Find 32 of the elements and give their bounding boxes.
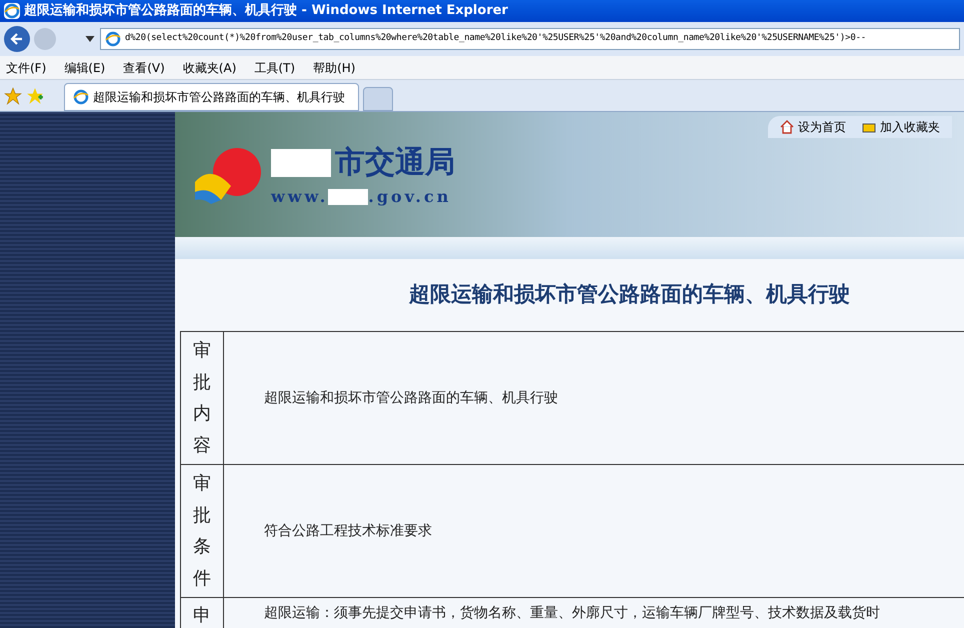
menu-item[interactable]: 帮助(H) <box>313 58 356 76</box>
logo-name: 市交通局 <box>335 144 455 182</box>
browser-logo-icon <box>4 3 20 19</box>
back-arrow-icon <box>9 31 25 47</box>
menu-item[interactable]: 文件(F) <box>6 58 46 76</box>
row-label: 申 <box>193 604 211 628</box>
row-label: 审批条件 <box>193 472 211 590</box>
banner-link[interactable]: 加入收藏夹 <box>862 118 940 136</box>
back-button[interactable] <box>4 26 30 52</box>
browser-logo-icon <box>73 89 89 105</box>
row-text: 符合公路工程技术标准要求 <box>264 522 432 540</box>
banner-link[interactable]: 设为首页 <box>780 118 846 136</box>
row-text: 超限运输和损坏市管公路路面的车辆、机具行驶 <box>264 388 558 408</box>
browser-tab[interactable]: 超限运输和损坏市管公路路面的车辆、机具行驶 <box>64 83 359 111</box>
house-icon <box>780 120 794 134</box>
menu-item[interactable]: 收藏夹(A) <box>182 58 236 76</box>
browser-logo-icon <box>105 31 121 47</box>
row-text: 超限运输：须事先提交申请书，货物名称、重量、外廓尺寸，运输车辆厂牌型号、技术数据及载货时 <box>264 605 880 621</box>
star-icon[interactable] <box>4 87 22 105</box>
browser-tab[interactable] <box>363 87 393 111</box>
logo-url-end: .gov.cn <box>368 186 452 208</box>
address-field[interactable]: d%20(select%20count(*)%20from%20user_tab_columns%20where%20table_name%20like%20'%25USER%25'%20and%20column_name%20like%20'%25USERNAME%25')>0-- <box>100 28 960 50</box>
menu-item[interactable]: 编辑(E) <box>64 58 106 76</box>
menu-item[interactable]: 工具(T) <box>254 58 296 76</box>
menu-item[interactable]: 查看(V) <box>123 58 165 76</box>
redaction-block <box>328 189 368 205</box>
page-title: 超限运输和损坏市管公路路面的车辆、机具行驶 <box>409 281 850 308</box>
row-label: 审批内容 <box>193 339 211 458</box>
window-title: 超限运输和损坏市管公路路面的车辆、机具行驶 - Windows Internet Explorer <box>24 2 508 20</box>
redaction-block <box>271 148 331 176</box>
logo-url-start: www. <box>271 186 328 208</box>
add-favorite-icon[interactable] <box>26 87 44 105</box>
